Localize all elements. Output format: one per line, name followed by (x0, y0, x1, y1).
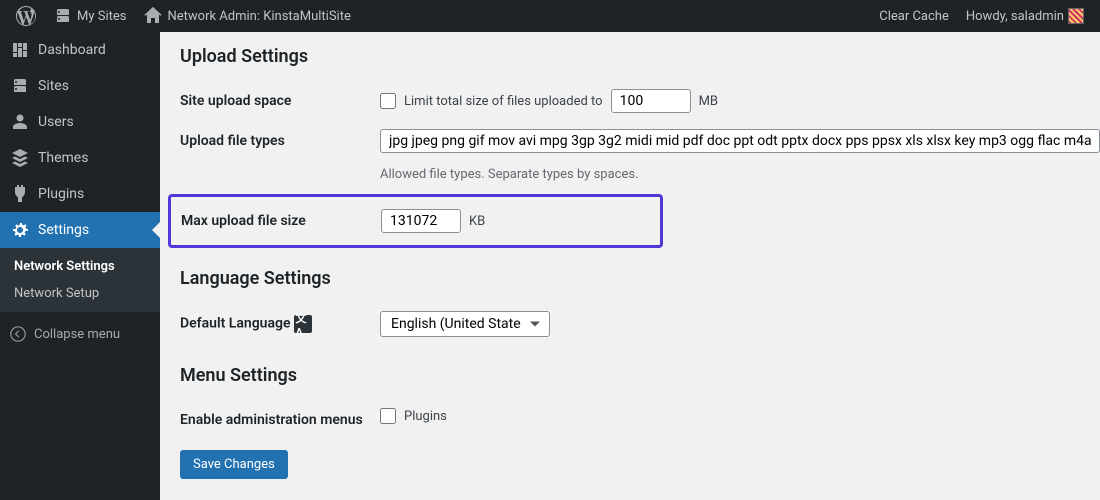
upload-limit-unit: MB (699, 94, 718, 109)
sidebar-item-sites[interactable]: Sites (0, 68, 160, 104)
wordpress-icon (16, 6, 36, 26)
plugins-icon (10, 184, 30, 204)
upload-file-types-description: Allowed file types. Separate types by sp… (380, 167, 1100, 182)
sites-icon (53, 6, 73, 26)
translate-icon: 文A (294, 315, 312, 333)
sites-icon (10, 76, 30, 96)
sidebar-item-themes[interactable]: Themes (0, 140, 160, 176)
avatar (1068, 8, 1084, 24)
max-upload-row: Max upload file size KB (181, 209, 650, 233)
max-upload-highlight: Max upload file size KB (168, 194, 663, 248)
default-language-row: Default Language文A English (United State… (180, 303, 1080, 345)
dashboard-icon (10, 40, 30, 60)
main-content: Upload Settings Site upload space Limit … (160, 32, 1100, 500)
max-upload-label: Max upload file size (181, 209, 381, 229)
max-upload-input[interactable] (381, 209, 461, 233)
max-upload-unit: KB (469, 214, 485, 229)
adminbar-right: Clear Cache Howdy, saladmin (873, 8, 1090, 24)
save-changes-button[interactable]: Save Changes (180, 450, 288, 479)
wp-logo-link[interactable] (10, 6, 42, 26)
enable-admin-menus-label: Enable administration menus (180, 408, 380, 428)
enable-admin-menus-row: Enable administration menus Plugins (180, 400, 1080, 436)
home-icon (143, 6, 163, 26)
settings-icon (10, 220, 30, 240)
sidebar-item-settings[interactable]: Settings (0, 212, 160, 248)
menu-settings-heading: Menu Settings (180, 365, 1080, 386)
upload-file-types-row: Upload file types Allowed file types. Se… (180, 121, 1080, 190)
upload-file-types-input[interactable] (380, 129, 1100, 153)
plugins-menu-checkbox[interactable] (380, 408, 396, 424)
sidebar-item-plugins[interactable]: Plugins (0, 176, 160, 212)
admin-sidebar: Dashboard Sites Users Themes Plugins Set… (0, 32, 160, 500)
default-language-select[interactable]: English (United States) (380, 311, 550, 337)
users-icon (10, 112, 30, 132)
network-admin-label: Network Admin: KinstaMultiSite (167, 9, 350, 24)
upload-limit-input[interactable] (611, 89, 691, 113)
sidebar-item-users[interactable]: Users (0, 104, 160, 140)
language-settings-heading: Language Settings (180, 268, 1080, 289)
my-sites-link[interactable]: My Sites (47, 6, 132, 26)
default-language-label: Default Language文A (180, 311, 380, 333)
sidebar-item-dashboard[interactable]: Dashboard (0, 32, 160, 68)
submenu-network-setup[interactable]: Network Setup (0, 280, 160, 307)
network-admin-link[interactable]: Network Admin: KinstaMultiSite (137, 6, 356, 26)
collapse-menu[interactable]: Collapse menu (0, 318, 160, 350)
account-link[interactable]: Howdy, saladmin (960, 8, 1090, 24)
limit-upload-label: Limit total size of files uploaded to (404, 94, 603, 109)
limit-upload-checkbox[interactable] (380, 93, 396, 109)
my-sites-label: My Sites (77, 9, 126, 24)
upload-settings-heading: Upload Settings (180, 46, 1080, 67)
themes-icon (10, 148, 30, 168)
settings-submenu: Network Settings Network Setup (0, 248, 160, 312)
upload-file-types-label: Upload file types (180, 129, 380, 149)
site-upload-space-label: Site upload space (180, 89, 380, 109)
collapse-icon (10, 326, 26, 342)
adminbar-left: My Sites Network Admin: KinstaMultiSite (10, 6, 357, 26)
clear-cache-link[interactable]: Clear Cache (873, 9, 955, 24)
site-upload-space-row: Site upload space Limit total size of fi… (180, 81, 1080, 121)
submenu-network-settings[interactable]: Network Settings (0, 253, 160, 280)
admin-toolbar: My Sites Network Admin: KinstaMultiSite … (0, 0, 1100, 32)
plugins-menu-label: Plugins (404, 409, 447, 424)
